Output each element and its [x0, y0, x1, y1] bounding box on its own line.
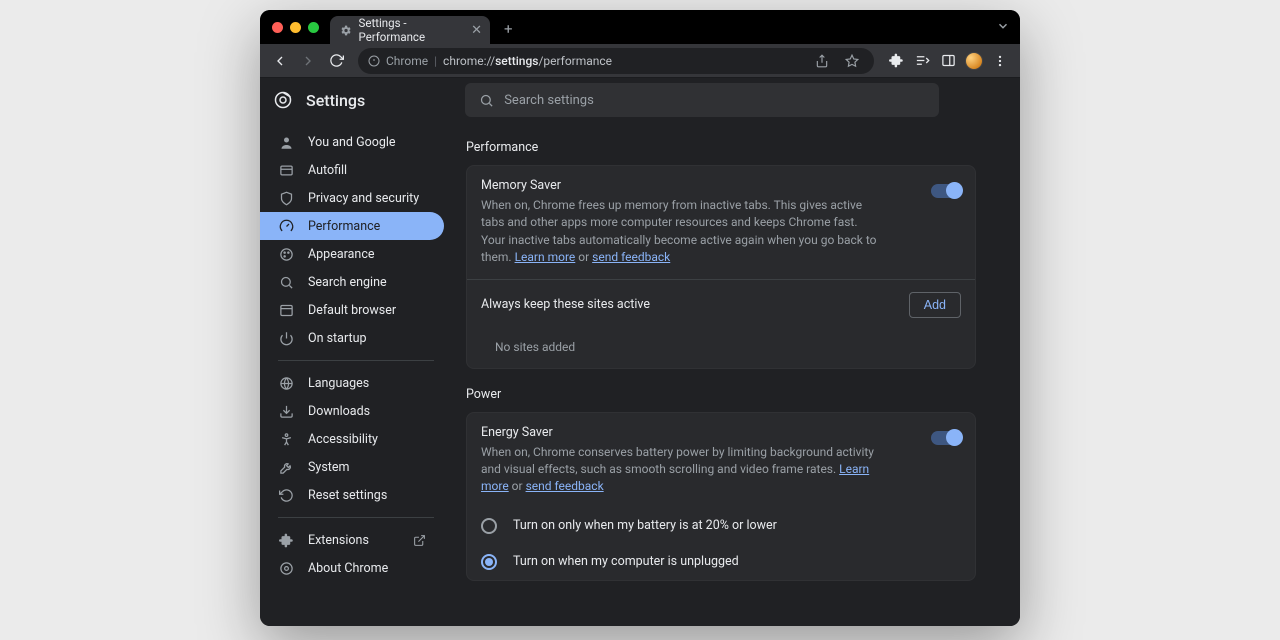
forward-button[interactable] [296, 49, 320, 73]
reload-button[interactable] [324, 49, 348, 73]
energy-saver-toggle[interactable] [931, 431, 961, 445]
minimize-window-button[interactable] [290, 22, 301, 33]
send-feedback-link[interactable]: send feedback [592, 250, 670, 264]
window-menu-chevron-icon[interactable] [996, 19, 1010, 33]
memory-saver-description: When on, Chrome frees up memory from ina… [481, 197, 881, 267]
sidebar-item-system[interactable]: System [260, 453, 444, 481]
sidebar-item-reset[interactable]: Reset settings [260, 481, 444, 509]
shield-icon [278, 190, 294, 206]
download-icon [278, 403, 294, 419]
close-tab-icon[interactable]: ✕ [471, 23, 482, 38]
radio-checked-icon [481, 554, 497, 570]
globe-icon [278, 375, 294, 391]
sidebar-item-about[interactable]: About Chrome [260, 554, 444, 582]
section-title-performance: Performance [466, 140, 976, 155]
settings-appbar: Settings Search settings [260, 78, 1020, 122]
learn-more-link[interactable]: Learn more [515, 250, 576, 264]
sidebar-item-search-engine[interactable]: Search engine [260, 268, 444, 296]
external-link-icon [413, 534, 426, 547]
browser-tab[interactable]: Settings - Performance ✕ [330, 16, 490, 44]
sidebar-item-downloads[interactable]: Downloads [260, 397, 444, 425]
gear-icon [338, 22, 353, 38]
settings-main: Performance Memory Saver When on, Chrome… [452, 122, 1020, 626]
side-panel-icon[interactable] [936, 49, 960, 73]
search-icon [479, 93, 494, 108]
wrench-icon [278, 459, 294, 475]
browser-icon [278, 302, 294, 318]
toolbar-actions [884, 49, 1012, 73]
energy-radio-unplugged[interactable]: Turn on when my computer is unplugged [467, 544, 975, 580]
sidebar-item-appearance[interactable]: Appearance [260, 240, 444, 268]
url-path: /performance [538, 54, 612, 68]
power-card: Energy Saver When on, Chrome conserves b… [466, 412, 976, 581]
url-host: settings [495, 54, 538, 68]
sidebar-item-languages[interactable]: Languages [260, 369, 444, 397]
send-feedback-link[interactable]: send feedback [526, 479, 604, 493]
browser-toolbar: Chrome | chrome://settings/performance [260, 44, 1020, 78]
section-title-power: Power [466, 387, 976, 402]
always-active-title: Always keep these sites active [481, 297, 650, 312]
radio-unchecked-icon [481, 518, 497, 534]
chrome-icon [278, 560, 294, 576]
tab-title: Settings - Performance [359, 16, 466, 44]
sidebar-item-you-and-google[interactable]: You and Google [260, 128, 444, 156]
puzzle-icon [278, 532, 294, 548]
energy-saver-description: When on, Chrome conserves battery power … [481, 444, 881, 496]
zoom-window-button[interactable] [308, 22, 319, 33]
settings-sidebar: You and Google Autofill Privacy and secu… [260, 122, 452, 626]
sidebar-item-autofill[interactable]: Autofill [260, 156, 444, 184]
performance-card: Memory Saver When on, Chrome frees up me… [466, 165, 976, 369]
add-site-button[interactable]: Add [909, 292, 961, 318]
no-sites-text: No sites added [467, 330, 975, 368]
chrome-logo-icon [274, 91, 292, 109]
energy-radio-battery-20[interactable]: Turn on only when my battery is at 20% o… [467, 508, 975, 544]
speedometer-icon [278, 218, 294, 234]
energy-saver-title: Energy Saver [481, 425, 881, 440]
reset-icon [278, 487, 294, 503]
address-bar[interactable]: Chrome | chrome://settings/performance [358, 48, 874, 74]
profile-avatar[interactable] [962, 49, 986, 73]
settings-app: Settings Search settings You and Google … [260, 78, 1020, 626]
share-icon[interactable] [810, 49, 834, 73]
new-tab-button[interactable]: + [504, 20, 513, 38]
window-controls [268, 10, 325, 44]
site-info-icon[interactable] [368, 55, 380, 67]
sidebar-item-privacy[interactable]: Privacy and security [260, 184, 444, 212]
sidebar-item-on-startup[interactable]: On startup [260, 324, 444, 352]
sidebar-item-default-browser[interactable]: Default browser [260, 296, 444, 324]
person-icon [278, 134, 294, 150]
tab-strip: Settings - Performance ✕ + [260, 10, 1020, 44]
memory-saver-toggle[interactable] [931, 184, 961, 198]
bookmark-icon[interactable] [840, 49, 864, 73]
url-prefix: Chrome [386, 54, 428, 68]
search-placeholder: Search settings [504, 93, 594, 108]
reading-list-icon[interactable] [910, 49, 934, 73]
accessibility-icon [278, 431, 294, 447]
close-window-button[interactable] [272, 22, 283, 33]
back-button[interactable] [268, 49, 292, 73]
autofill-icon [278, 162, 294, 178]
search-settings-input[interactable]: Search settings [465, 83, 939, 117]
sidebar-item-extensions[interactable]: Extensions [260, 526, 444, 554]
power-icon [278, 330, 294, 346]
browser-window: Settings - Performance ✕ + Chrome | chro… [260, 10, 1020, 626]
url-scheme: chrome:// [443, 54, 495, 68]
extensions-icon[interactable] [884, 49, 908, 73]
sidebar-item-performance[interactable]: Performance [260, 212, 444, 240]
sidebar-item-accessibility[interactable]: Accessibility [260, 425, 444, 453]
page-title: Settings [306, 91, 365, 110]
chrome-menu-icon[interactable] [988, 49, 1012, 73]
palette-icon [278, 246, 294, 262]
search-icon [278, 274, 294, 290]
memory-saver-title: Memory Saver [481, 178, 881, 193]
